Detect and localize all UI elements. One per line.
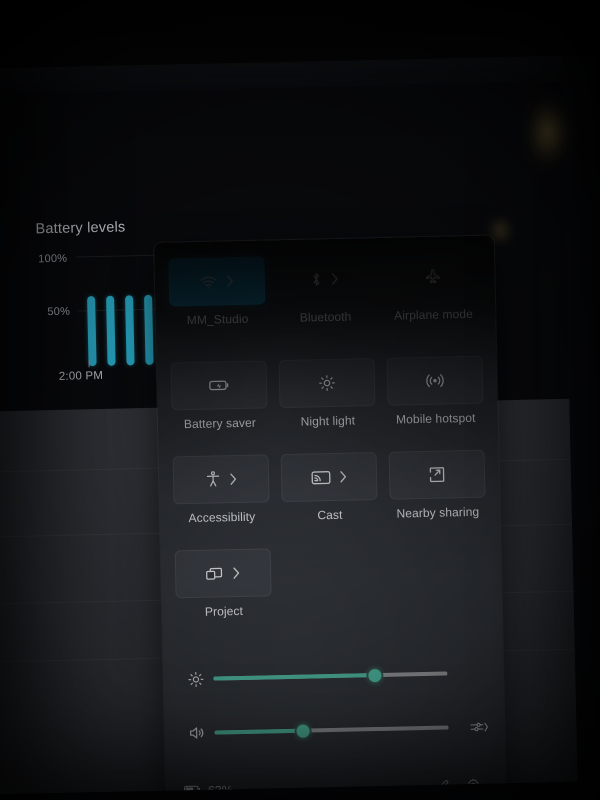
- volume-knob[interactable]: [296, 724, 311, 738]
- brightness-end-spacer: [453, 673, 487, 674]
- gear-icon[interactable]: [457, 770, 488, 795]
- bluetooth-icon: [310, 270, 323, 288]
- quick-tile-airplane-mode[interactable]: [384, 252, 481, 302]
- chevron-right-icon[interactable]: [231, 566, 241, 580]
- quick-tile-label: Cast: [317, 507, 343, 523]
- footer-spacer: [233, 786, 428, 790]
- quick-tile-bluetooth[interactable]: [276, 254, 373, 304]
- audio-output-icon[interactable]: [454, 719, 489, 735]
- brightness-slider-row[interactable]: [181, 660, 487, 693]
- brightness-sun-icon: [318, 374, 336, 392]
- quick-tile-label: MM_Studio: [186, 311, 249, 328]
- quick-tile-project[interactable]: [174, 548, 272, 599]
- chevron-right-icon[interactable]: [225, 274, 235, 288]
- quick-tile-night-light[interactable]: [278, 358, 376, 409]
- chevron-right-icon[interactable]: [330, 272, 340, 286]
- quick-tile-label: Nearby sharing: [396, 504, 480, 521]
- screen-content: Battery levels 100% 50% 2:00 PM ions MM_…: [0, 81, 578, 795]
- accessibility-icon: [204, 470, 220, 488]
- chevron-right-icon[interactable]: [227, 472, 237, 486]
- chart-xtick-label: 2:00 PM: [58, 369, 104, 383]
- laptop-screen: Battery levels 100% 50% 2:00 PM ions MM_…: [0, 55, 600, 800]
- quick-tile-label: Mobile hotspot: [395, 410, 476, 427]
- brightness-track[interactable]: [213, 668, 448, 682]
- chart-title: Battery levels: [35, 219, 126, 238]
- battery-saver-icon: [208, 378, 229, 392]
- brightness-fill: [213, 673, 375, 681]
- brightness-icon: [181, 670, 209, 688]
- volume-icon: [182, 724, 210, 743]
- quick-tile-cast[interactable]: [280, 451, 378, 503]
- chart-bar: [144, 294, 154, 366]
- chart-ytick-100: 100%: [38, 252, 68, 266]
- quick-tile-label: Battery saver: [183, 415, 257, 432]
- airplane-icon: [424, 268, 442, 286]
- chart-ytick-50: 50%: [47, 305, 71, 319]
- volume-slider-row[interactable]: [182, 714, 489, 747]
- quick-tile-label: Airplane mode: [394, 306, 474, 323]
- quick-tile-accessibility[interactable]: [172, 454, 270, 505]
- volume-track[interactable]: [214, 724, 449, 738]
- quick-settings-tile-grid: MM_Studio Bluetooth Airplane mode Battery s…: [168, 252, 486, 619]
- battery-icon: [183, 784, 201, 795]
- project-icon: [205, 566, 224, 581]
- quick-tile-label: Project: [204, 603, 244, 619]
- quick-tile-mm-studio[interactable]: [168, 256, 266, 307]
- chart-bar: [87, 295, 97, 367]
- wifi-icon: [199, 274, 218, 289]
- quick-tile-battery-saver[interactable]: [170, 360, 268, 411]
- photo-of-laptop-screen: Battery levels 100% 50% 2:00 PM ions MM_…: [0, 0, 600, 800]
- quick-tile-label: Night light: [300, 413, 356, 429]
- cast-icon: [310, 469, 330, 484]
- chart-bar: [125, 295, 135, 366]
- battery-status[interactable]: 63%: [183, 783, 234, 795]
- brightness-knob[interactable]: [368, 668, 382, 682]
- quick-tile-nearby-sharing[interactable]: [388, 449, 486, 500]
- quick-settings-panel[interactable]: MM_Studio Bluetooth Airplane mode Battery s…: [153, 235, 507, 795]
- hotspot-icon: [425, 372, 445, 388]
- battery-percent-label: 63%: [207, 783, 234, 795]
- chevron-right-icon[interactable]: [337, 470, 347, 484]
- quick-tile-label: Bluetooth: [299, 309, 352, 325]
- quick-tile-mobile-hotspot[interactable]: [386, 355, 484, 406]
- pencil-icon[interactable]: [428, 770, 459, 794]
- quick-settings-footer: 63%: [165, 762, 506, 795]
- nearby-share-icon: [428, 465, 446, 483]
- quick-tile-label: Accessibility: [188, 509, 256, 526]
- volume-fill: [214, 728, 304, 735]
- chart-xtick: [88, 360, 90, 368]
- chart-bar: [106, 295, 116, 366]
